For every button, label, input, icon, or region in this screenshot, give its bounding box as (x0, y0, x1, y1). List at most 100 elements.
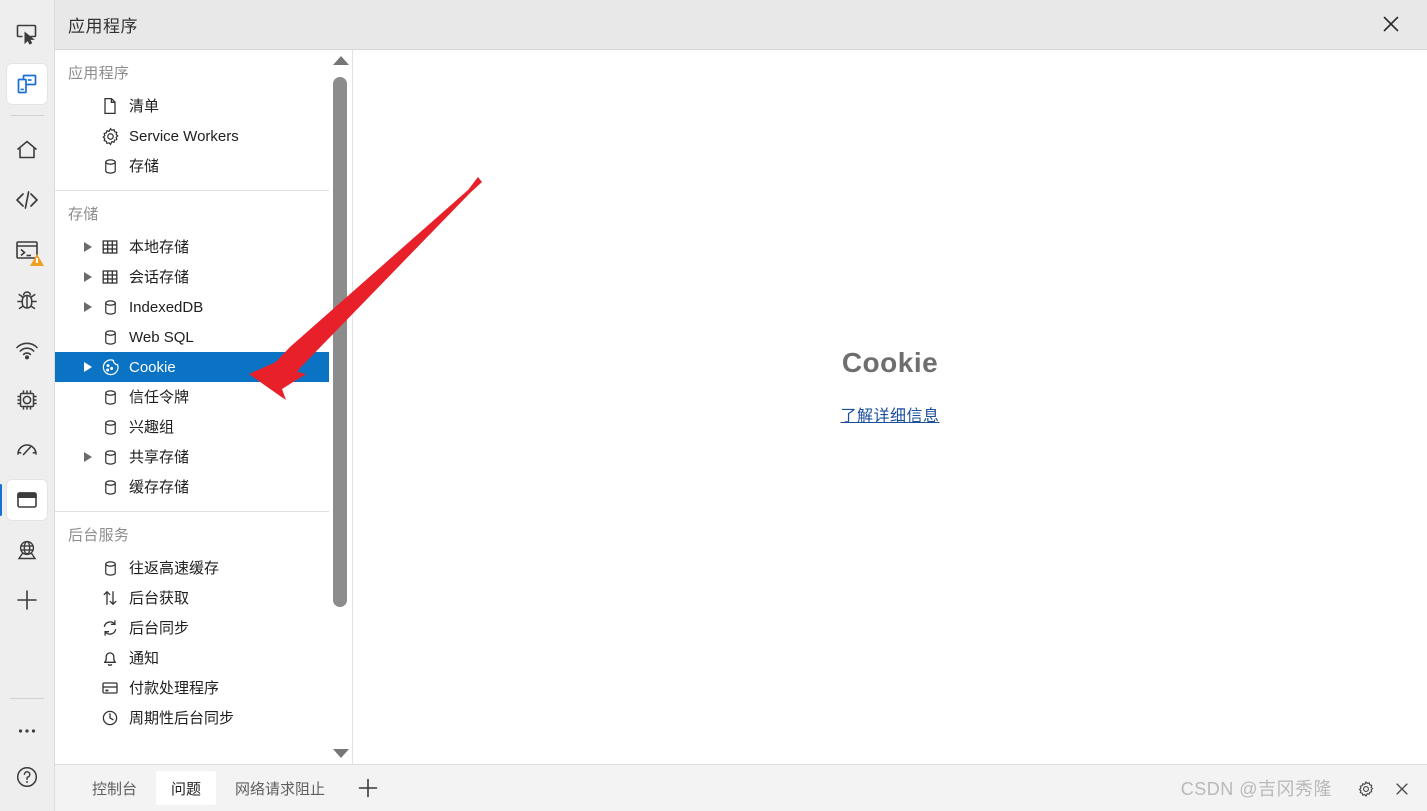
tree-item-background-fetch[interactable]: 后台获取 (55, 583, 352, 613)
twisty[interactable] (79, 268, 97, 286)
console-warning-badge (30, 254, 44, 266)
settings-gear-icon[interactable] (1351, 774, 1381, 804)
tree-item-shared-storage[interactable]: 共享存储 (55, 442, 352, 472)
network-wifi-icon[interactable] (7, 330, 47, 370)
clock-icon (99, 707, 121, 729)
cookie-empty-view: Cookie 了解详细信息 (353, 50, 1427, 764)
tree-item-label: 通知 (129, 649, 160, 667)
sidebar-scrollbar[interactable] (329, 50, 352, 764)
twisty[interactable] (79, 358, 97, 376)
drawer-actions (1351, 765, 1417, 811)
tree-item-label: 会话存储 (129, 268, 190, 286)
scroll-thumb[interactable] (333, 77, 347, 607)
learn-more-link[interactable]: 了解详细信息 (840, 402, 939, 426)
bug-debug-icon[interactable] (7, 280, 47, 320)
tree-item-web-sql[interactable]: Web SQL (55, 322, 352, 352)
credit-card-icon (99, 677, 121, 699)
tree-item-cookie[interactable]: Cookie (55, 352, 330, 382)
tree-item-label: 存储 (129, 157, 160, 175)
close-drawer-icon[interactable] (1387, 774, 1417, 804)
tree-item-session-storage[interactable]: 会话存储 (55, 262, 352, 292)
elements-code-icon[interactable] (7, 180, 47, 220)
application-panel-icon[interactable] (0, 480, 47, 520)
sync-refresh-icon (99, 617, 121, 639)
plus-icon[interactable] (348, 770, 388, 806)
tree-item-trust-tokens[interactable]: 信任令牌 (55, 382, 352, 412)
twisty[interactable] (79, 448, 97, 466)
tree-item-local-storage[interactable]: 本地存储 (55, 232, 352, 262)
section-title-application: 应用程序 (68, 65, 130, 82)
database-icon (99, 446, 121, 468)
tree-item-label: 兴趣组 (129, 418, 175, 436)
arrows-up-down-icon (99, 587, 121, 609)
console-icon[interactable] (7, 230, 47, 270)
tree-item-label: 后台获取 (129, 589, 190, 607)
more-options-icon[interactable] (7, 711, 47, 751)
tree-item-label: Web SQL (129, 328, 194, 346)
tree-item-notifications[interactable]: 通知 (55, 643, 352, 673)
tree-item-label: 周期性后台同步 (129, 709, 235, 727)
activity-divider-top (10, 115, 44, 116)
section-title-background-services: 后台服务 (68, 527, 130, 544)
database-icon (99, 326, 121, 348)
bell-icon (99, 647, 121, 669)
section-title-storage: 存储 (68, 206, 99, 223)
tree-item-label: 信任令牌 (129, 388, 190, 406)
devtools-window: 应用程序 应用程序 清单 Service Workers 存储 存储 本地存储 … (0, 0, 1427, 811)
tree-item-label: 缓存存储 (129, 478, 190, 496)
database-icon (99, 155, 121, 177)
devtools-panel: 应用程序 应用程序 清单 Service Workers 存储 存储 本地存储 … (55, 0, 1427, 811)
tree-item-label: 共享存储 (129, 448, 190, 466)
table-grid-icon (99, 266, 121, 288)
tree-item-label: IndexedDB (129, 298, 204, 316)
gear-icon (99, 125, 121, 147)
activity-bar (0, 0, 55, 811)
security-globe-icon[interactable] (7, 530, 47, 570)
database-icon (99, 557, 121, 579)
inspect-element-icon[interactable] (7, 14, 47, 54)
tree-item-manifest[interactable]: 清单 (55, 91, 352, 121)
tree-item-label: 后台同步 (129, 619, 190, 637)
tree-item-label: Service Workers (129, 127, 239, 145)
tree-item-label: 付款处理程序 (129, 679, 220, 697)
database-icon (99, 416, 121, 438)
tree-item-label: 清单 (129, 97, 160, 115)
tree-item-storage-overview[interactable]: 存储 (55, 151, 352, 181)
close-icon[interactable] (1363, 5, 1419, 43)
tree-item-label: 本地存储 (129, 238, 190, 256)
tree-item-interest-groups[interactable]: 兴趣组 (55, 412, 352, 442)
tree-item-back-forward-cache[interactable]: 往返高速缓存 (55, 553, 352, 583)
tree-item-payment-handler[interactable]: 付款处理程序 (55, 673, 352, 703)
page-title: 应用程序 (68, 17, 138, 36)
tab-console[interactable]: 控制台 (77, 771, 152, 805)
database-icon (99, 476, 121, 498)
activity-divider-bottom (10, 698, 44, 699)
tab-issues[interactable]: 问题 (156, 771, 217, 805)
tab-network-request-blocking[interactable]: 网络请求阻止 (220, 771, 340, 805)
home-icon[interactable] (7, 130, 47, 170)
tree-content: 应用程序 清单 Service Workers 存储 存储 本地存储 会话存储 … (55, 50, 352, 733)
csdn-watermark: CSDN @吉冈秀隆 (1180, 779, 1332, 799)
twisty[interactable] (79, 298, 97, 316)
tree-item-periodic-background-sync[interactable]: 周期性后台同步 (55, 703, 352, 733)
manifest-document-icon (99, 95, 121, 117)
tree-item-service-workers[interactable]: Service Workers (55, 121, 352, 151)
scroll-up-arrow-icon[interactable] (329, 52, 352, 69)
drawer-tab-bar: 控制台 问题 网络请求阻止 CSDN @吉冈秀隆 (55, 764, 1427, 811)
tree-item-background-sync[interactable]: 后台同步 (55, 613, 352, 643)
scroll-down-arrow-icon[interactable] (329, 745, 352, 762)
performance-cpu-icon[interactable] (7, 380, 47, 420)
memory-gauge-icon[interactable] (7, 430, 47, 470)
database-icon (99, 386, 121, 408)
device-toolbar-icon[interactable] (7, 64, 47, 104)
title-bar: 应用程序 (55, 0, 1427, 50)
add-panel-plus-icon[interactable] (7, 580, 47, 620)
application-sidebar-tree[interactable]: 应用程序 清单 Service Workers 存储 存储 本地存储 会话存储 … (55, 50, 352, 764)
help-icon[interactable] (7, 757, 47, 797)
tree-item-label: 往返高速缓存 (129, 559, 220, 577)
tree-item-indexeddb[interactable]: IndexedDB (55, 292, 352, 322)
tree-item-cache-storage[interactable]: 缓存存储 (55, 472, 352, 502)
twisty[interactable] (79, 238, 97, 256)
tree-item-label: Cookie (129, 358, 176, 376)
database-icon (99, 296, 121, 318)
